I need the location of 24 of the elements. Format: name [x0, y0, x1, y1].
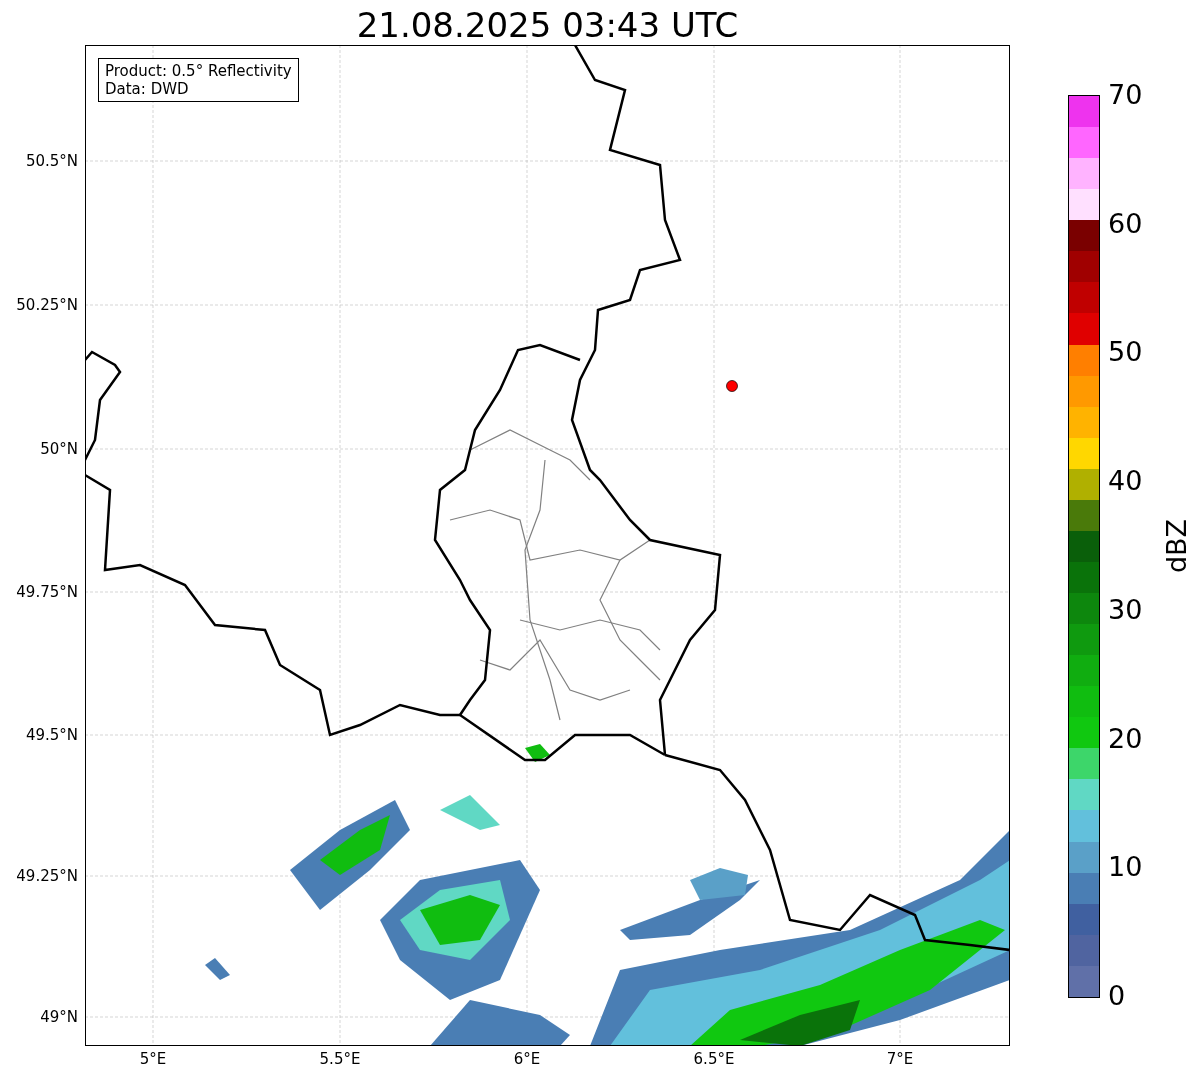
- latitude-label: 49.75°N: [15, 583, 78, 601]
- colorbar-tick-label: 70: [1108, 79, 1143, 111]
- longitude-label: 6°E: [512, 1050, 542, 1068]
- latitude-label: 49°N: [39, 1008, 78, 1026]
- colorbar-tick-label: 50: [1108, 336, 1143, 369]
- colorbar-tick-label: 0: [1108, 980, 1126, 1012]
- info-text: Data: DWD: [105, 80, 190, 98]
- colorbar-tick-label: 20: [1108, 722, 1143, 755]
- latitude-label: 50.5°N: [24, 152, 78, 170]
- latitude-label: 50°N: [39, 440, 78, 458]
- longitude-label: 6.5°E: [692, 1050, 736, 1068]
- longitude-label: 7°E: [885, 1050, 915, 1068]
- longitude-label: 5.5°E: [318, 1050, 362, 1068]
- longitude-label: 5°E: [138, 1050, 168, 1068]
- info-text: Product: 0.5° Reflectivity: [105, 62, 292, 80]
- colorbar-tick-label: 40: [1108, 465, 1143, 498]
- chart-title: 21.08.2025 03:43 UTC: [355, 4, 740, 46]
- colorbar-label: dBZ: [1161, 518, 1194, 574]
- latitude-label: 49.25°N: [15, 867, 78, 885]
- colorbar-tick-label: 30: [1108, 593, 1143, 626]
- colorbar-tick-label: 10: [1108, 851, 1143, 884]
- latitude-label: 49.5°N: [24, 726, 78, 744]
- latitude-label: 50.25°N: [15, 296, 78, 314]
- colorbar-tick-label: 60: [1108, 207, 1143, 240]
